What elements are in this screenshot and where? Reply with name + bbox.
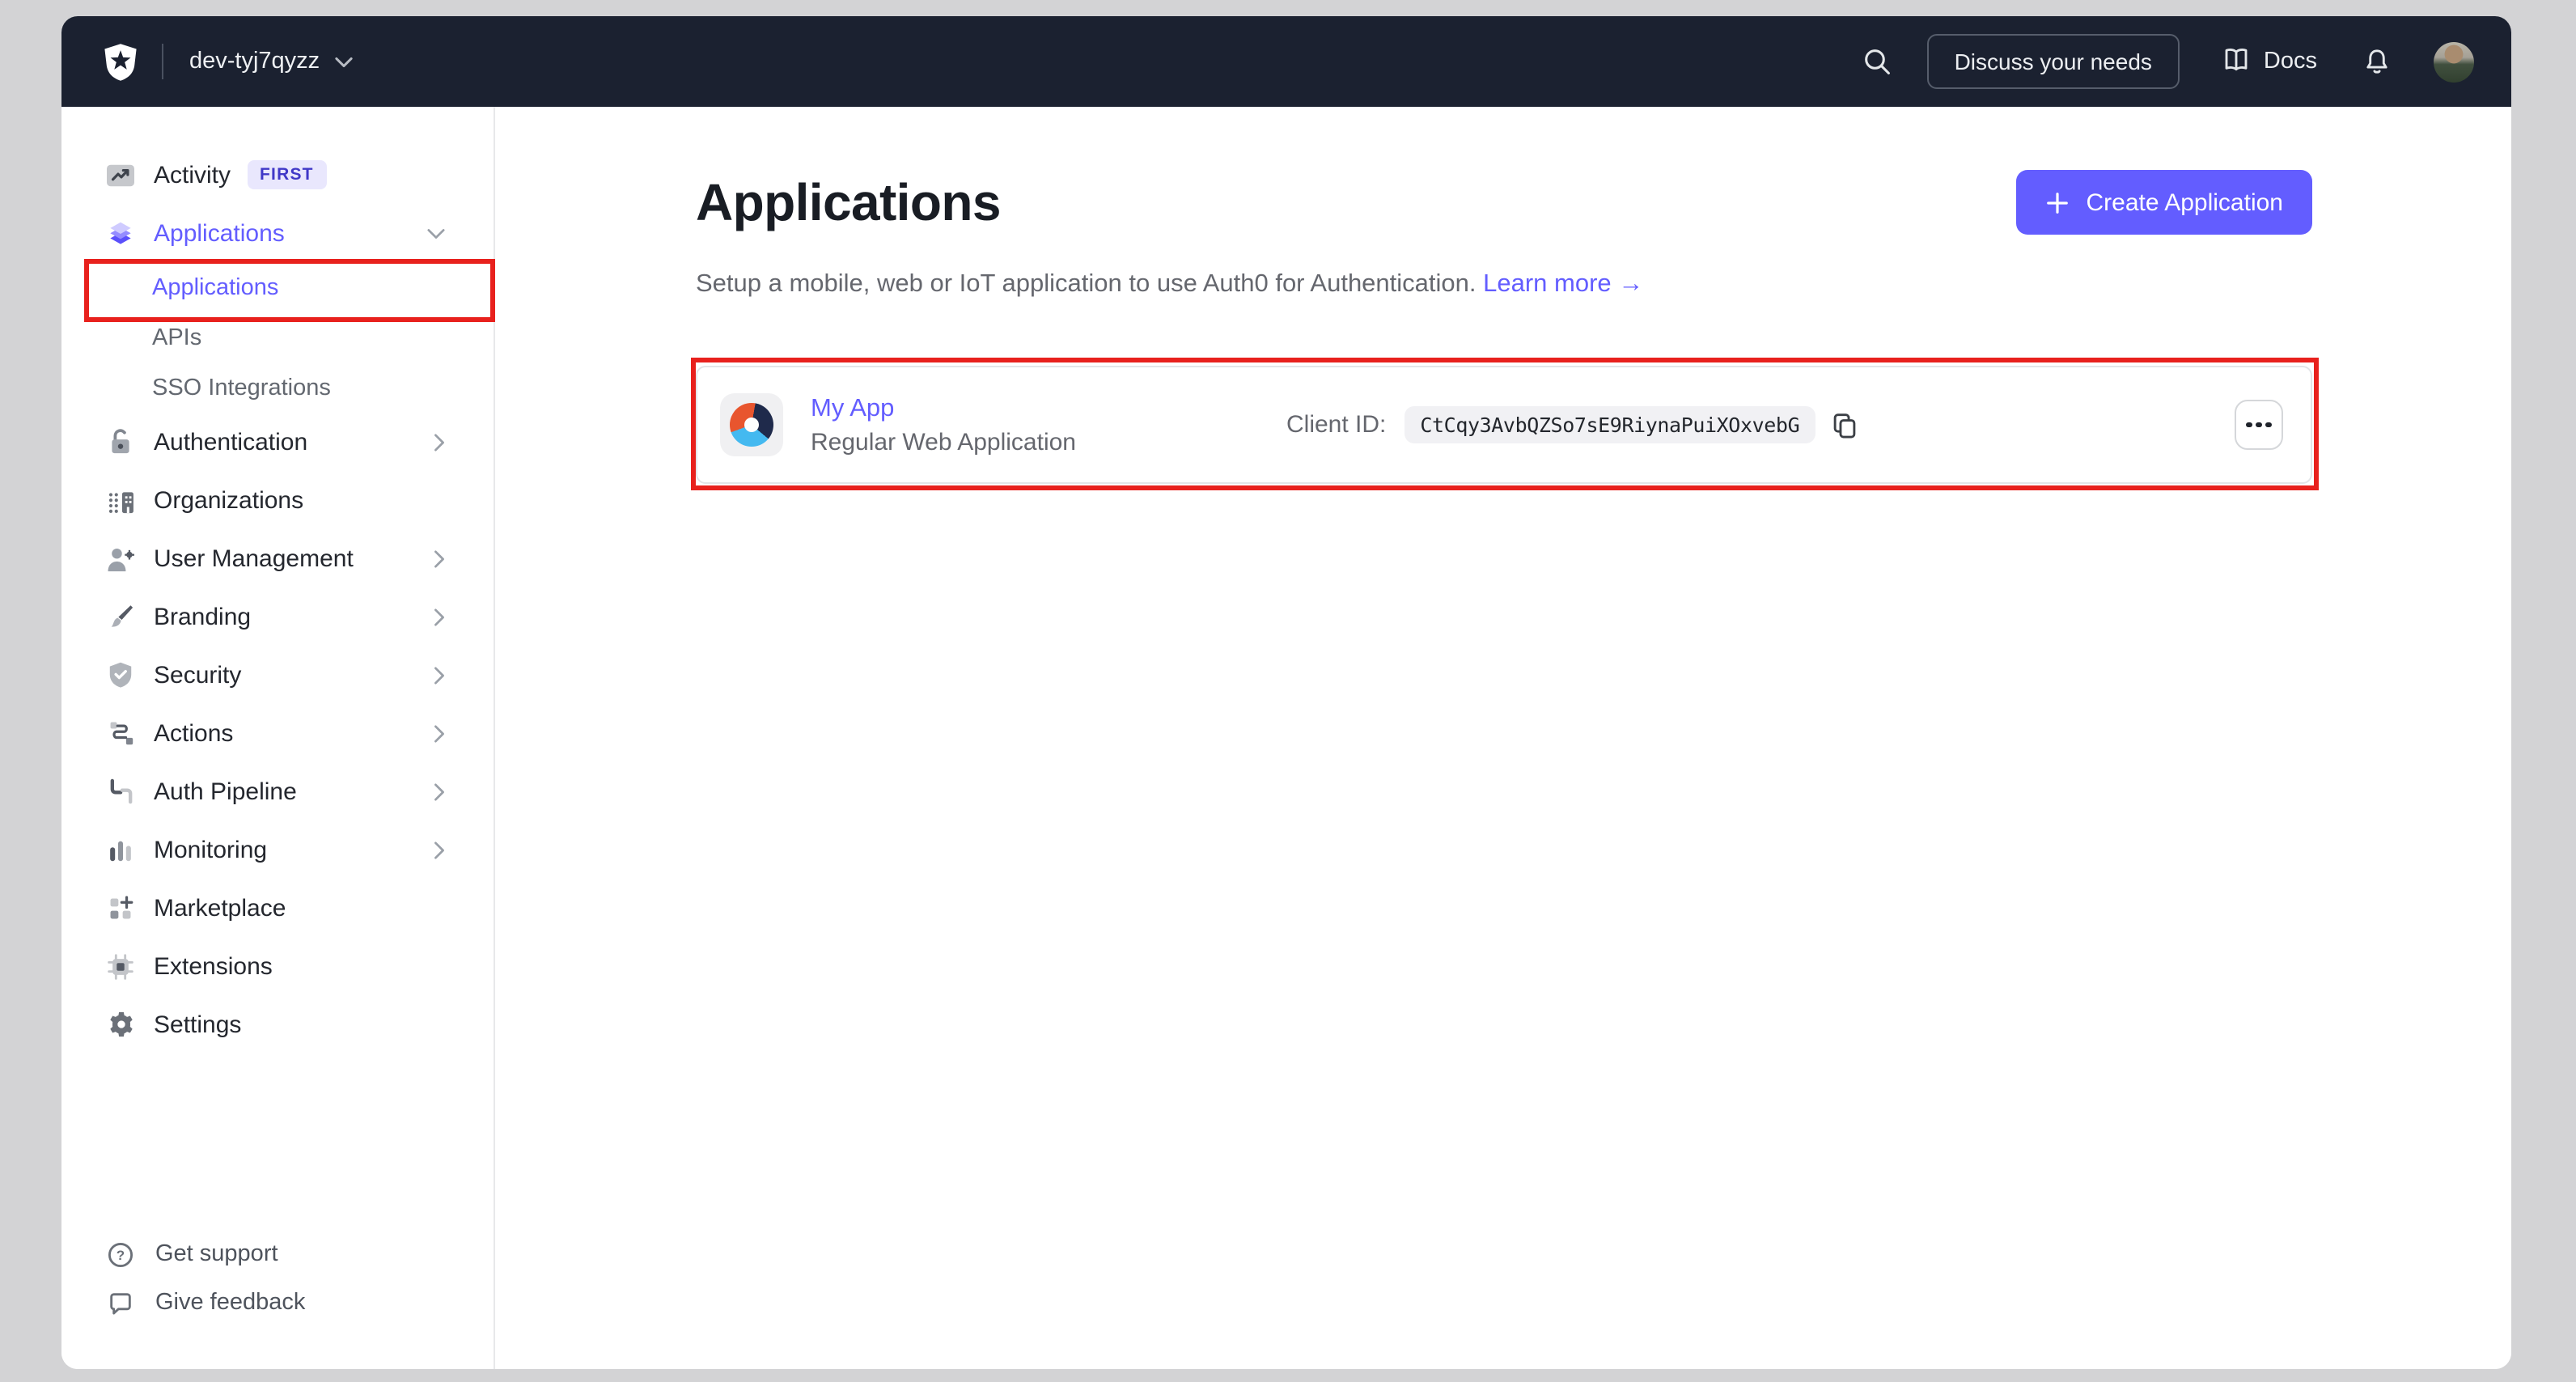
topbar: dev-tyj7qyzz Discuss your needs Docs <box>61 16 2511 107</box>
donut-logo-icon <box>730 403 773 447</box>
help-circle-icon: ? <box>105 1240 136 1268</box>
application-menu-button[interactable] <box>2235 400 2283 450</box>
flow-icon <box>105 719 136 748</box>
sidebar-item-label: Activity <box>154 161 231 189</box>
sidebar-item-auth-pipeline[interactable]: Auth Pipeline <box>61 762 494 820</box>
tenant-name: dev-tyj7qyzz <box>189 49 320 74</box>
chevron-right-icon <box>434 841 445 858</box>
svg-text:?: ? <box>117 1247 125 1262</box>
topbar-right: Discuss your needs Docs <box>1862 34 2474 89</box>
chevron-right-icon <box>434 433 445 451</box>
sidebar-item-organizations[interactable]: Organizations <box>61 471 494 529</box>
copy-icon[interactable] <box>1830 410 1859 439</box>
sidebar-nav: Activity FIRST Applications Applications… <box>61 107 494 1053</box>
chevron-right-icon <box>434 724 445 742</box>
screen: dev-tyj7qyzz Discuss your needs Docs Act… <box>0 0 2576 1382</box>
grid-plus-icon <box>105 894 136 922</box>
sidebar-item-label: Applications <box>154 219 285 247</box>
application-name-block: My App Regular Web Application <box>811 394 1286 456</box>
app-window: dev-tyj7qyzz Discuss your needs Docs Act… <box>61 16 2511 1369</box>
app-body: Activity FIRST Applications Applications… <box>61 107 2511 1369</box>
docs-label: Docs <box>2263 49 2317 74</box>
discuss-your-needs-button[interactable]: Discuss your needs <box>1926 34 2180 89</box>
book-icon <box>2222 45 2251 78</box>
client-id-label: Client ID: <box>1286 411 1387 439</box>
sidebar-subitem-apis[interactable]: APIs <box>61 312 494 362</box>
chat-bubble-icon <box>105 1289 136 1316</box>
user-avatar[interactable] <box>2434 41 2474 82</box>
paintbrush-icon <box>105 602 136 631</box>
sidebar-item-extensions[interactable]: Extensions <box>61 937 494 995</box>
chevron-down-icon <box>334 49 352 74</box>
auth0-logo-icon[interactable] <box>104 43 138 80</box>
gear-icon <box>105 1010 136 1039</box>
create-application-button[interactable]: Create Application <box>2016 170 2312 235</box>
topbar-divider <box>162 44 163 79</box>
chevron-right-icon <box>434 666 445 684</box>
application-card[interactable]: My App Regular Web Application Client ID… <box>696 366 2312 484</box>
sidebar-item-applications[interactable]: Applications <box>61 204 494 262</box>
sidebar: Activity FIRST Applications Applications… <box>61 107 495 1369</box>
sidebar-item-activity[interactable]: Activity FIRST <box>61 146 494 204</box>
give-feedback-link[interactable]: Give feedback <box>61 1278 494 1327</box>
chevron-down-icon <box>427 227 445 239</box>
chip-icon <box>105 952 136 980</box>
client-id-group: Client ID: CtCqy3AvbQZSo7sE9RiynaPuiXOxv… <box>1286 406 1859 443</box>
topbar-left: dev-tyj7qyzz <box>104 43 352 80</box>
chevron-right-icon <box>434 549 445 567</box>
pipeline-icon <box>105 777 136 806</box>
bar-chart-icon <box>105 836 136 863</box>
sidebar-item-settings[interactable]: Settings <box>61 995 494 1053</box>
application-logo <box>720 393 783 456</box>
activity-chart-icon <box>105 161 136 189</box>
sidebar-footer: ? Get support Give feedback <box>61 1230 494 1327</box>
chevron-right-icon <box>434 608 445 625</box>
sidebar-item-marketplace[interactable]: Marketplace <box>61 879 494 937</box>
sidebar-item-security[interactable]: Security <box>61 646 494 704</box>
application-type: Regular Web Application <box>811 428 1076 456</box>
sidebar-subitem-sso-integrations[interactable]: SSO Integrations <box>61 362 494 413</box>
shield-check-icon <box>105 660 136 689</box>
sidebar-item-authentication[interactable]: Authentication <box>61 413 494 471</box>
main-content: Applications Setup a mobile, web or IoT … <box>495 107 2511 1369</box>
first-badge: FIRST <box>247 160 327 189</box>
search-icon[interactable] <box>1862 47 1892 76</box>
learn-more-link[interactable]: Learn more <box>1483 270 1612 298</box>
notifications-bell-icon[interactable] <box>2362 46 2392 77</box>
sidebar-subitem-applications[interactable]: Applications <box>61 262 494 312</box>
client-id-value: CtCqy3AvbQZSo7sE9RiynaPuiXOxvebG <box>1404 406 1816 443</box>
lock-icon <box>105 427 136 456</box>
layers-icon <box>105 218 136 248</box>
sidebar-item-monitoring[interactable]: Monitoring <box>61 820 494 879</box>
docs-link[interactable]: Docs <box>2222 45 2317 78</box>
sidebar-item-actions[interactable]: Actions <box>61 704 494 762</box>
chevron-right-icon <box>434 782 445 800</box>
sidebar-item-branding[interactable]: Branding <box>61 587 494 646</box>
building-icon <box>105 486 136 514</box>
application-name-link[interactable]: My App <box>811 394 1286 423</box>
sidebar-item-user-management[interactable]: User Management <box>61 529 494 587</box>
get-support-link[interactable]: ? Get support <box>61 1230 494 1278</box>
user-gear-icon <box>105 545 136 572</box>
arrow-right-icon: → <box>1618 270 1644 298</box>
plus-icon <box>2046 190 2070 214</box>
page-subtitle: Setup a mobile, web or IoT application t… <box>696 270 1644 298</box>
tenant-switcher[interactable]: dev-tyj7qyzz <box>189 49 352 74</box>
